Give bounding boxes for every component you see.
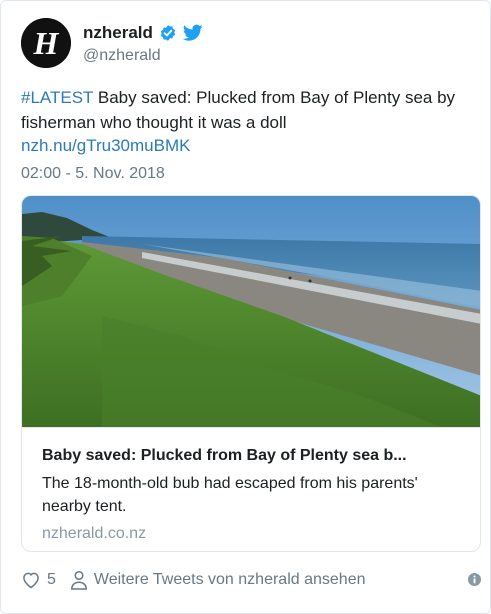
- twitter-bird-icon[interactable]: [182, 24, 203, 42]
- author-handle[interactable]: @nzherald: [83, 47, 203, 65]
- card-description: The 18-month-old bub had escaped from hi…: [42, 475, 418, 515]
- verified-badge-icon: [160, 25, 176, 41]
- author-name[interactable]: nzherald: [83, 23, 153, 43]
- beach-photo: [22, 196, 480, 427]
- like-count: 5: [47, 571, 56, 588]
- more-tweets-link[interactable]: Weitere Tweets von nzherald ansehen: [70, 570, 366, 590]
- tweet-timestamp[interactable]: 02:00 - 5. Nov. 2018: [21, 163, 165, 185]
- card-image: [22, 196, 480, 427]
- person-icon: [70, 570, 87, 590]
- tweet-url-link[interactable]: nzh.nu/gTru30muBMK: [21, 136, 190, 155]
- tweet-header: H nzherald @nzherald: [21, 18, 471, 70]
- svg-text:H: H: [33, 25, 60, 61]
- card-body: Baby saved: Plucked from Bay of Plenty s…: [22, 427, 480, 551]
- heart-icon: [23, 572, 39, 589]
- nzherald-logo: H: [21, 18, 71, 68]
- author-names: nzherald @nzherald: [83, 23, 203, 65]
- like-button[interactable]: 5: [21, 570, 56, 590]
- tweet-embed: H nzherald @nzherald #LATEST Baby saved:…: [0, 0, 491, 614]
- hashtag-link[interactable]: #LATEST: [21, 88, 93, 107]
- link-preview-card[interactable]: Baby saved: Plucked from Bay of Plenty s…: [21, 195, 481, 552]
- info-icon[interactable]: [468, 573, 481, 586]
- tweet-actions: 5 Weitere Tweets von nzherald ansehen: [21, 568, 481, 592]
- card-title: Baby saved: Plucked from Bay of Plenty s…: [42, 447, 407, 464]
- tweet-text: #LATEST Baby saved: Plucked from Bay of …: [21, 85, 476, 135]
- author-avatar[interactable]: H: [21, 18, 71, 68]
- more-tweets-label: Weitere Tweets von nzherald ansehen: [93, 571, 366, 588]
- card-domain: nzherald.co.nz: [42, 525, 147, 542]
